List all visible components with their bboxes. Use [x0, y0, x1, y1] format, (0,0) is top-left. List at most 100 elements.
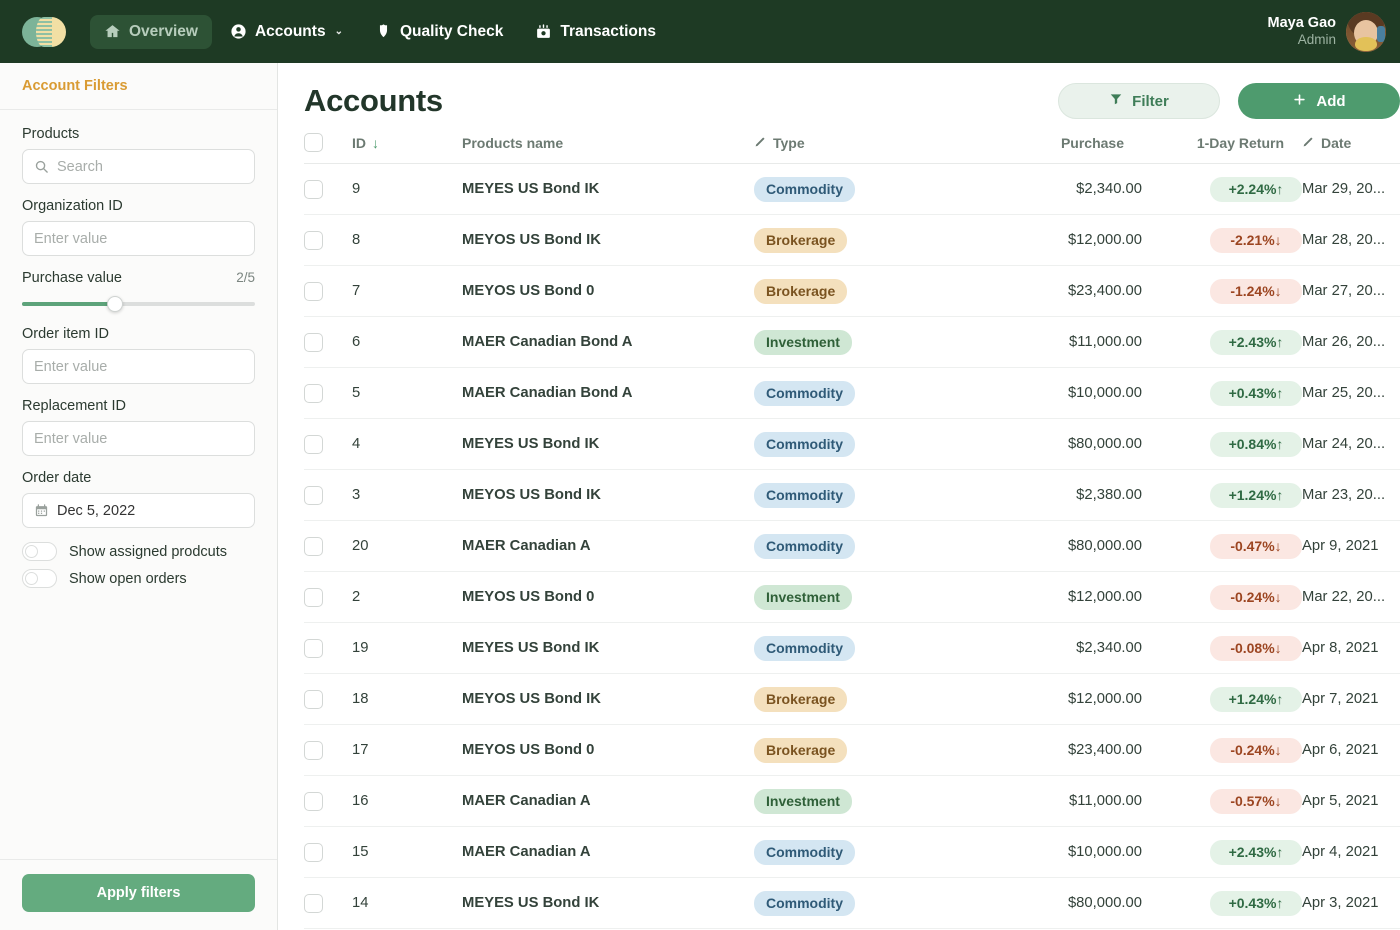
table-row[interactable]: 14MEYES US Bond IKCommodity$80,000.00+0.…: [304, 878, 1400, 929]
row-checkbox[interactable]: [304, 792, 323, 811]
cell-products-name: MEYOS US Bond IK: [462, 674, 754, 725]
cell-id: 14: [352, 878, 462, 929]
order-item-id-label: Order item ID: [22, 326, 255, 342]
cell-products-name: MAER Canadian A: [462, 776, 754, 827]
column-header-purchase[interactable]: Purchase: [984, 133, 1142, 164]
table-row[interactable]: 8MEYOS US Bond IKBrokerage$12,000.00-2.2…: [304, 215, 1400, 266]
row-checkbox[interactable]: [304, 180, 323, 199]
products-search-field[interactable]: [22, 149, 255, 184]
avatar[interactable]: [1346, 12, 1386, 52]
shield-check-icon: [375, 23, 392, 40]
return-badge: -0.08%↓: [1210, 636, 1302, 661]
row-checkbox[interactable]: [304, 690, 323, 709]
row-checkbox[interactable]: [304, 435, 323, 454]
table-row[interactable]: 19MEYES US Bond IKCommodity$2,340.00-0.0…: [304, 623, 1400, 674]
nav-item-quality-check[interactable]: Quality Check: [361, 15, 517, 49]
accounts-table-container: ID ↓ Products name: [304, 133, 1400, 930]
toggle-show-open-orders[interactable]: Show open orders: [22, 569, 255, 588]
organization-id-field[interactable]: [22, 221, 255, 256]
row-checkbox[interactable]: [304, 282, 323, 301]
nav-item-overview[interactable]: Overview: [90, 15, 212, 49]
nav-item-accounts[interactable]: Accounts ⌄: [216, 15, 357, 49]
cell-one-day-return: +2.43%↑: [1142, 827, 1302, 878]
user-menu[interactable]: Maya Gao Admin: [1268, 0, 1387, 63]
table-row[interactable]: 7MEYOS US Bond 0Brokerage$23,400.00-1.24…: [304, 266, 1400, 317]
apply-filters-button[interactable]: Apply filters: [22, 874, 255, 912]
table-row[interactable]: 17MEYOS US Bond 0Brokerage$23,400.00-0.2…: [304, 725, 1400, 776]
row-checkbox[interactable]: [304, 894, 323, 913]
type-badge: Commodity: [754, 636, 855, 661]
type-badge: Commodity: [754, 432, 855, 457]
select-all-header: [304, 133, 352, 164]
organization-id-input[interactable]: [34, 231, 243, 247]
search-input[interactable]: [57, 159, 243, 175]
cell-type: Commodity: [754, 521, 984, 572]
table-row[interactable]: 2MEYOS US Bond 0Investment$12,000.00-0.2…: [304, 572, 1400, 623]
purchase-value-header: Purchase value 2/5: [22, 270, 255, 286]
filter-button[interactable]: Filter: [1058, 83, 1220, 119]
column-header-products-name[interactable]: Products name: [462, 133, 754, 164]
select-all-checkbox[interactable]: [304, 133, 323, 152]
slider-thumb[interactable]: [107, 296, 123, 312]
column-label-id: ID: [352, 135, 366, 151]
cell-products-name: MEYOS US Bond IK: [462, 215, 754, 266]
return-badge: +0.43%↑: [1210, 891, 1302, 916]
page-title: Accounts: [304, 83, 443, 119]
cell-products-name: MEYES US Bond IK: [462, 419, 754, 470]
toggle-switch-open-orders[interactable]: [22, 569, 57, 588]
type-badge: Commodity: [754, 840, 855, 865]
table-row[interactable]: 18MEYOS US Bond IKBrokerage$12,000.00+1.…: [304, 674, 1400, 725]
column-header-date[interactable]: Date: [1302, 133, 1400, 164]
type-badge: Investment: [754, 330, 852, 355]
nav-item-transactions[interactable]: Transactions: [521, 15, 670, 49]
row-checkbox[interactable]: [304, 639, 323, 658]
row-select-cell: [304, 623, 352, 674]
column-label-type: Type: [773, 135, 805, 151]
cell-id: 17: [352, 725, 462, 776]
add-button[interactable]: Add: [1238, 83, 1400, 119]
table-row[interactable]: 5MAER Canadian Bond ACommodity$10,000.00…: [304, 368, 1400, 419]
row-select-cell: [304, 368, 352, 419]
column-header-id[interactable]: ID ↓: [352, 133, 462, 164]
cell-date: Apr 7, 2021: [1302, 674, 1400, 725]
cell-date: Mar 28, 20...: [1302, 215, 1400, 266]
app-logo[interactable]: [22, 17, 66, 47]
chevron-down-icon[interactable]: ⌄: [335, 26, 343, 37]
plus-icon: [1292, 92, 1307, 111]
toggle-show-assigned-products[interactable]: Show assigned prodcuts: [22, 542, 255, 561]
row-checkbox[interactable]: [304, 537, 323, 556]
accounts-table: ID ↓ Products name: [304, 133, 1400, 929]
column-header-type[interactable]: Type: [754, 133, 984, 164]
replacement-id-field[interactable]: [22, 421, 255, 456]
sort-descending-icon[interactable]: ↓: [372, 136, 379, 150]
table-row[interactable]: 9MEYES US Bond IKCommodity$2,340.00+2.24…: [304, 164, 1400, 215]
table-row[interactable]: 3MEYOS US Bond IKCommodity$2,380.00+1.24…: [304, 470, 1400, 521]
row-select-cell: [304, 878, 352, 929]
avatar-background-object: [1377, 26, 1385, 42]
table-row[interactable]: 4MEYES US Bond IKCommodity$80,000.00+0.8…: [304, 419, 1400, 470]
cell-products-name: MEYOS US Bond IK: [462, 470, 754, 521]
row-checkbox[interactable]: [304, 843, 323, 862]
row-checkbox[interactable]: [304, 741, 323, 760]
table-row[interactable]: 20MAER Canadian ACommodity$80,000.00-0.4…: [304, 521, 1400, 572]
row-checkbox[interactable]: [304, 333, 323, 352]
table-row[interactable]: 16MAER Canadian AInvestment$11,000.00-0.…: [304, 776, 1400, 827]
type-badge: Brokerage: [754, 279, 847, 304]
column-header-one-day-return[interactable]: 1-Day Return: [1142, 133, 1302, 164]
cell-one-day-return: +1.24%↑: [1142, 674, 1302, 725]
cell-date: Apr 6, 2021: [1302, 725, 1400, 776]
table-row[interactable]: 15MAER Canadian ACommodity$10,000.00+2.4…: [304, 827, 1400, 878]
order-date-field[interactable]: Dec 5, 2022: [22, 493, 255, 528]
replacement-id-input[interactable]: [34, 431, 243, 447]
order-item-id-input[interactable]: [34, 359, 243, 375]
type-badge: Commodity: [754, 891, 855, 916]
column-label-products-name: Products name: [462, 135, 563, 151]
table-row[interactable]: 6MAER Canadian Bond AInvestment$11,000.0…: [304, 317, 1400, 368]
row-checkbox[interactable]: [304, 231, 323, 250]
row-checkbox[interactable]: [304, 486, 323, 505]
order-item-id-field[interactable]: [22, 349, 255, 384]
row-checkbox[interactable]: [304, 588, 323, 607]
row-checkbox[interactable]: [304, 384, 323, 403]
purchase-value-slider[interactable]: [22, 295, 255, 313]
toggle-switch-assigned-products[interactable]: [22, 542, 57, 561]
